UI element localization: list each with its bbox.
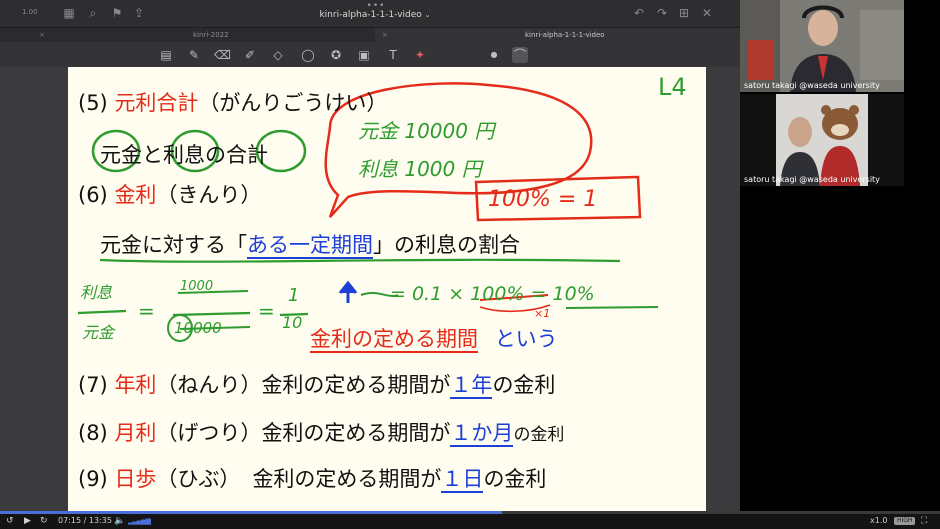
- forward-icon[interactable]: ↻: [40, 515, 48, 527]
- line-7: (7) 年利（ねんり）金利の定める期間が１年の金利: [78, 373, 556, 399]
- formula-d2: 10: [282, 313, 303, 332]
- laser-icon[interactable]: ✦: [412, 47, 428, 63]
- formula-times-one: ×1: [534, 307, 551, 320]
- tab-close-icon[interactable]: ×: [382, 28, 388, 42]
- share-icon[interactable]: ⇪: [132, 6, 146, 20]
- tab-close-icon[interactable]: ×: [39, 28, 45, 42]
- tab-kinri-alpha-video[interactable]: × kinri-alpha-1-1-1-video: [375, 28, 740, 43]
- screen: 1.00 ▦ ⌕ ⚑ ⇪ ••• kinri-alpha-1-1-1-video…: [0, 0, 940, 529]
- speed-control[interactable]: x1.0: [870, 516, 887, 525]
- lasso-icon[interactable]: ◯: [300, 47, 316, 63]
- bubble-line-1: 元金 10000 円: [358, 119, 495, 143]
- eraser-icon[interactable]: ⌫: [214, 47, 231, 63]
- participant-tile-1[interactable]: satoru takagi @waseda university: [740, 0, 904, 92]
- note-page[interactable]: L4 (5) 元利合計（がんりごうけい） 元金と利息の合計 元金 10000 円…: [68, 67, 706, 511]
- stroke-style-icon[interactable]: ⌒: [512, 47, 528, 63]
- ink-under-ten-percent: [565, 306, 659, 309]
- formula-rest: = 0.1 × 100% = 10%: [390, 283, 595, 305]
- quality-badge[interactable]: HIGH: [894, 517, 916, 525]
- formula-eq-2: =: [258, 299, 275, 323]
- formula-num-label: 利息: [80, 283, 113, 302]
- zoom-badge: 1.00: [22, 8, 38, 16]
- search-icon[interactable]: ⌕: [86, 6, 100, 20]
- text-icon[interactable]: T: [385, 47, 401, 63]
- line-5b: 元金と利息の合計: [100, 143, 268, 167]
- participant-video-1: [740, 0, 904, 92]
- pen-icon[interactable]: ✎: [186, 47, 202, 63]
- sticker-icon[interactable]: ✪: [328, 47, 344, 63]
- ink-frac-bar-2: [172, 311, 251, 317]
- document-title[interactable]: kinri-alpha-1-1-1-video ⌄: [300, 10, 450, 20]
- formula-n2: 1: [288, 285, 300, 306]
- corner-note: L4: [658, 73, 687, 101]
- ink-blue-arrow: [338, 280, 358, 303]
- participants-panel: satoru takagi @waseda university satoru …: [740, 0, 940, 511]
- grid-icon[interactable]: ▦: [62, 6, 76, 20]
- shapes-icon[interactable]: ◇: [270, 47, 286, 63]
- image-icon[interactable]: ▣: [356, 47, 372, 63]
- line-6b: 元金に対する「ある一定期間」の利息の割合: [100, 233, 520, 259]
- dot-size-icon[interactable]: ●: [486, 47, 502, 63]
- box-note: 100% = 1: [488, 187, 598, 212]
- bookmark-icon[interactable]: ⚑: [110, 6, 124, 20]
- drawing-toolbar: ▤ ✎ ⌫ ✐ ◇ ◯ ✪ ▣ T ✦ ● ⌒: [0, 42, 740, 67]
- add-page-icon[interactable]: ⊞: [677, 6, 691, 20]
- tab-bar: × kinri-2022 × kinri-alpha-1-1-1-video: [0, 27, 740, 43]
- ink-frac-bar-1: [77, 309, 127, 315]
- formula-n1: 1000: [180, 279, 214, 294]
- progress-fill: [0, 511, 502, 514]
- play-icon[interactable]: ▶: [24, 515, 31, 527]
- line-6c: 金利の定める期間 という: [310, 327, 558, 353]
- highlighter-icon[interactable]: ✐: [242, 47, 258, 63]
- line-6: (6) 金利（きんり）: [78, 183, 262, 207]
- undo-icon[interactable]: ↶: [632, 6, 646, 20]
- line-5: (5) 元利合計（がんりごうけい）: [78, 91, 388, 115]
- time-display: 07:15 / 13:35: [58, 516, 112, 525]
- fullscreen-icon[interactable]: ⛶: [921, 516, 927, 526]
- formula-d1: 10000: [174, 319, 222, 337]
- participant-name-2: satoru takagi @waseda university: [744, 175, 880, 184]
- volume-level-icon[interactable]: ▂▃▄▅▆: [128, 515, 151, 527]
- line-8: (8) 月利（げつり）金利の定める期間が１か月の金利: [78, 421, 565, 447]
- formula-eq-1: =: [138, 299, 155, 323]
- progress-track[interactable]: [0, 511, 940, 514]
- tab-kinri-2022[interactable]: × kinri-2022: [35, 28, 375, 43]
- tab-label: kinri-2022: [193, 31, 229, 39]
- close-icon[interactable]: ✕: [700, 6, 714, 20]
- pages-icon[interactable]: ▤: [158, 47, 174, 63]
- volume-icon[interactable]: 🔈: [114, 515, 125, 527]
- rewind-icon[interactable]: ↺: [6, 515, 14, 527]
- participant-name-1: satoru takagi @waseda university: [744, 81, 880, 90]
- formula-den-label: 元金: [82, 323, 115, 342]
- line-9: (9) 日歩（ひぶ） 金利の定める期間が１日の金利: [78, 467, 547, 493]
- participant-tile-2[interactable]: satoru takagi @waseda university: [740, 94, 904, 186]
- ink-green-underline: [99, 258, 621, 263]
- redo-icon[interactable]: ↷: [655, 6, 669, 20]
- participant-video-2: [740, 94, 904, 186]
- player-controls: ↺ ▶ ↻ 07:15 / 13:35 🔈 ▂▃▄▅▆ x1.0 HIGH ⛶: [0, 511, 940, 529]
- bubble-line-2: 利息 1000 円: [358, 157, 482, 181]
- app-topbar: 1.00 ▦ ⌕ ⚑ ⇪ ••• kinri-alpha-1-1-1-video…: [0, 0, 740, 27]
- tab-label: kinri-alpha-1-1-1-video: [525, 31, 605, 39]
- notes-app: 1.00 ▦ ⌕ ⚑ ⇪ ••• kinri-alpha-1-1-1-video…: [0, 0, 740, 511]
